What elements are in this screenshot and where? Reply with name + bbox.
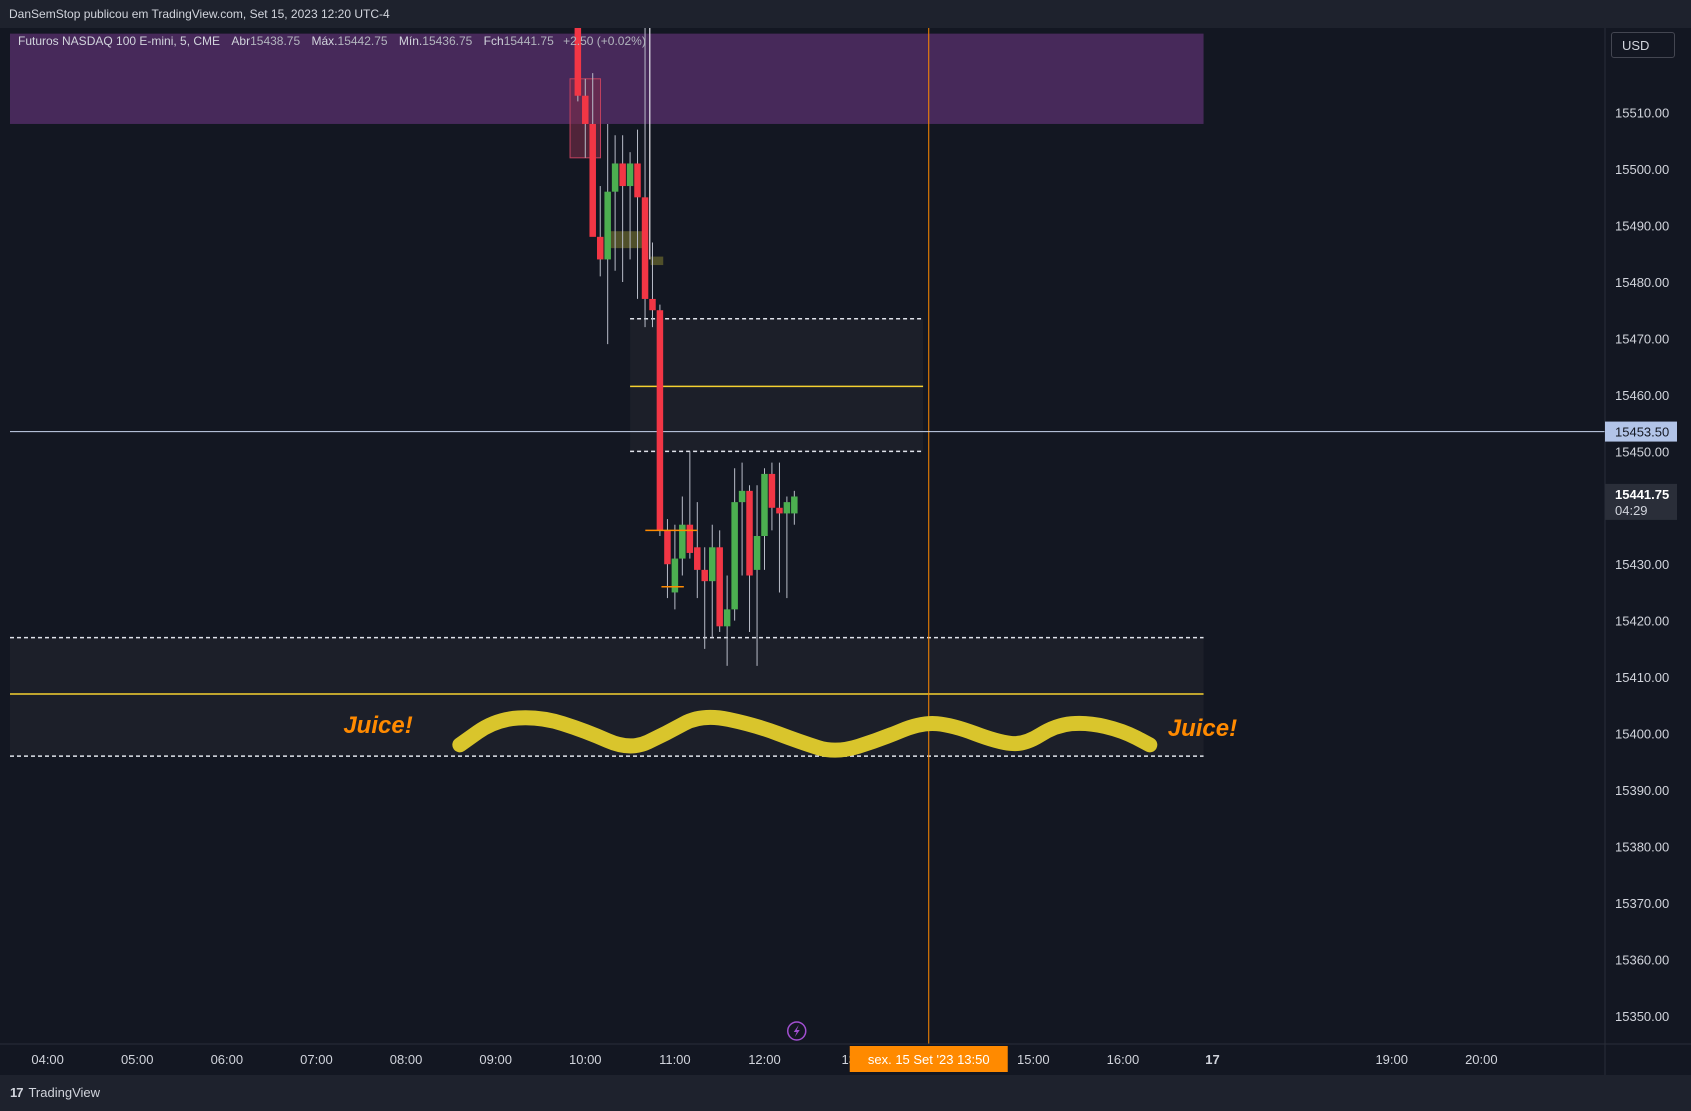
legend-close-label: Fch bbox=[483, 34, 504, 48]
price-tick-label: 15410.00 bbox=[1615, 670, 1669, 685]
candle-body bbox=[641, 197, 649, 299]
time-tick-label: 08:00 bbox=[390, 1052, 423, 1067]
candle-body bbox=[738, 490, 746, 503]
candle-body bbox=[589, 123, 596, 237]
price-chart[interactable]: Juice! Juice! 15350.00 15360.00 15370.00 1538… bbox=[0, 22, 1691, 1075]
time-tick-label: 19:00 bbox=[1375, 1052, 1408, 1067]
time-tick-label: 15:00 bbox=[1017, 1052, 1050, 1067]
time-tick-label: 17 bbox=[1205, 1052, 1219, 1067]
time-tick-label: 11:00 bbox=[659, 1052, 691, 1067]
candle-body bbox=[761, 473, 768, 536]
time-tick-label: 20:00 bbox=[1465, 1052, 1498, 1067]
legend-low-label: Mín. bbox=[398, 34, 423, 48]
candle-body bbox=[716, 547, 723, 627]
footer-bar: 17 TradingView bbox=[0, 1075, 1691, 1111]
price-tick-label: 15460.00 bbox=[1615, 388, 1669, 403]
legend-symbol: Futuros NASDAQ 100 E-mini, 5, CME bbox=[18, 34, 221, 48]
time-tick-label: 10:00 bbox=[569, 1052, 602, 1067]
time-tick-label: 12:00 bbox=[748, 1052, 781, 1067]
candle-body bbox=[656, 310, 664, 531]
price-tick-label: 15370.00 bbox=[1615, 896, 1669, 911]
price-axis-background bbox=[1605, 28, 1691, 1075]
price-tick-label: 15390.00 bbox=[1615, 783, 1669, 798]
candle-body bbox=[694, 547, 701, 570]
crosshair-time-label: sex. 15 Set '23 13:50 bbox=[868, 1052, 990, 1067]
candle-body bbox=[626, 163, 634, 187]
candle-body bbox=[619, 163, 626, 187]
legend-low: 15436.75 bbox=[422, 34, 473, 48]
candle-body bbox=[783, 502, 791, 514]
price-tick-label: 15380.00 bbox=[1615, 839, 1669, 854]
price-line-label: 15453.50 bbox=[1615, 425, 1669, 440]
price-tick-label: 15470.00 bbox=[1615, 331, 1669, 346]
tradingview-logo-mark: 17 bbox=[10, 1085, 24, 1100]
time-tick-label: 06:00 bbox=[211, 1052, 244, 1067]
candle-body bbox=[708, 547, 716, 582]
legend-open: 15438.75 bbox=[250, 34, 301, 48]
candle-body bbox=[791, 496, 798, 514]
candle-body bbox=[746, 490, 753, 576]
tradingview-logo[interactable]: 17 TradingView bbox=[10, 1075, 100, 1111]
candle-body bbox=[582, 95, 589, 124]
price-tick-label: 15480.00 bbox=[1615, 275, 1669, 290]
price-tick-label: 15420.00 bbox=[1615, 614, 1669, 629]
price-tick-label: 15360.00 bbox=[1615, 952, 1669, 967]
time-tick-label: 04:00 bbox=[31, 1052, 64, 1067]
attribution-bar: DanSemStop publicou em TradingView.com, … bbox=[0, 0, 1691, 28]
price-tick-label: 15430.00 bbox=[1615, 557, 1669, 572]
price-tick-label: 15450.00 bbox=[1615, 444, 1669, 459]
candle-body bbox=[731, 502, 738, 610]
price-tick-label: 15400.00 bbox=[1615, 727, 1669, 742]
plot-background bbox=[10, 28, 1605, 1044]
candle-body bbox=[701, 569, 708, 582]
candle-body bbox=[686, 524, 694, 553]
time-tick-label: 09:00 bbox=[479, 1052, 512, 1067]
candle-body bbox=[664, 530, 671, 565]
time-tick-label: 07:00 bbox=[300, 1052, 333, 1067]
price-tick-label: 15500.00 bbox=[1615, 162, 1669, 177]
legend-high: 15442.75 bbox=[337, 34, 388, 48]
juice-annotation: Juice! bbox=[1168, 715, 1237, 742]
attribution-text: DanSemStop publicou em TradingView.com, … bbox=[9, 7, 390, 21]
legend-change: +2.50 (+0.02%) bbox=[563, 34, 646, 48]
candle-body bbox=[723, 609, 731, 627]
candle-body bbox=[649, 298, 656, 311]
tradingview-brand: TradingView bbox=[28, 1085, 101, 1100]
price-tick-label: 15490.00 bbox=[1615, 219, 1669, 234]
juice-annotation: Juice! bbox=[343, 712, 412, 739]
imbalance-box bbox=[607, 231, 647, 249]
candle-body bbox=[604, 191, 611, 260]
price-tick-label: 15350.00 bbox=[1615, 1009, 1669, 1024]
countdown-label: 04:29 bbox=[1615, 503, 1648, 518]
price-tick-label: 15510.00 bbox=[1615, 106, 1669, 121]
last-price-label: 15441.75 bbox=[1615, 487, 1669, 502]
candle-body bbox=[634, 163, 641, 198]
candle-body bbox=[596, 236, 604, 260]
candle-body bbox=[768, 473, 776, 508]
symbol-legend: Futuros NASDAQ 100 E-mini, 5, CME Abr154… bbox=[18, 34, 646, 48]
candle-body bbox=[753, 536, 761, 570]
time-tick-label: 05:00 bbox=[121, 1052, 154, 1067]
legend-high-label: Máx. bbox=[311, 34, 338, 48]
legend-close: 15441.75 bbox=[503, 34, 554, 48]
legend-open-label: Abr bbox=[231, 34, 251, 48]
candle-body bbox=[776, 507, 783, 514]
time-tick-label: 16:00 bbox=[1107, 1052, 1140, 1067]
currency-button[interactable]: USD bbox=[1611, 32, 1675, 58]
candle-body bbox=[611, 163, 619, 192]
chart-area[interactable]: Juice! Juice! 15350.00 15360.00 15370.00 1538… bbox=[0, 22, 1691, 1075]
